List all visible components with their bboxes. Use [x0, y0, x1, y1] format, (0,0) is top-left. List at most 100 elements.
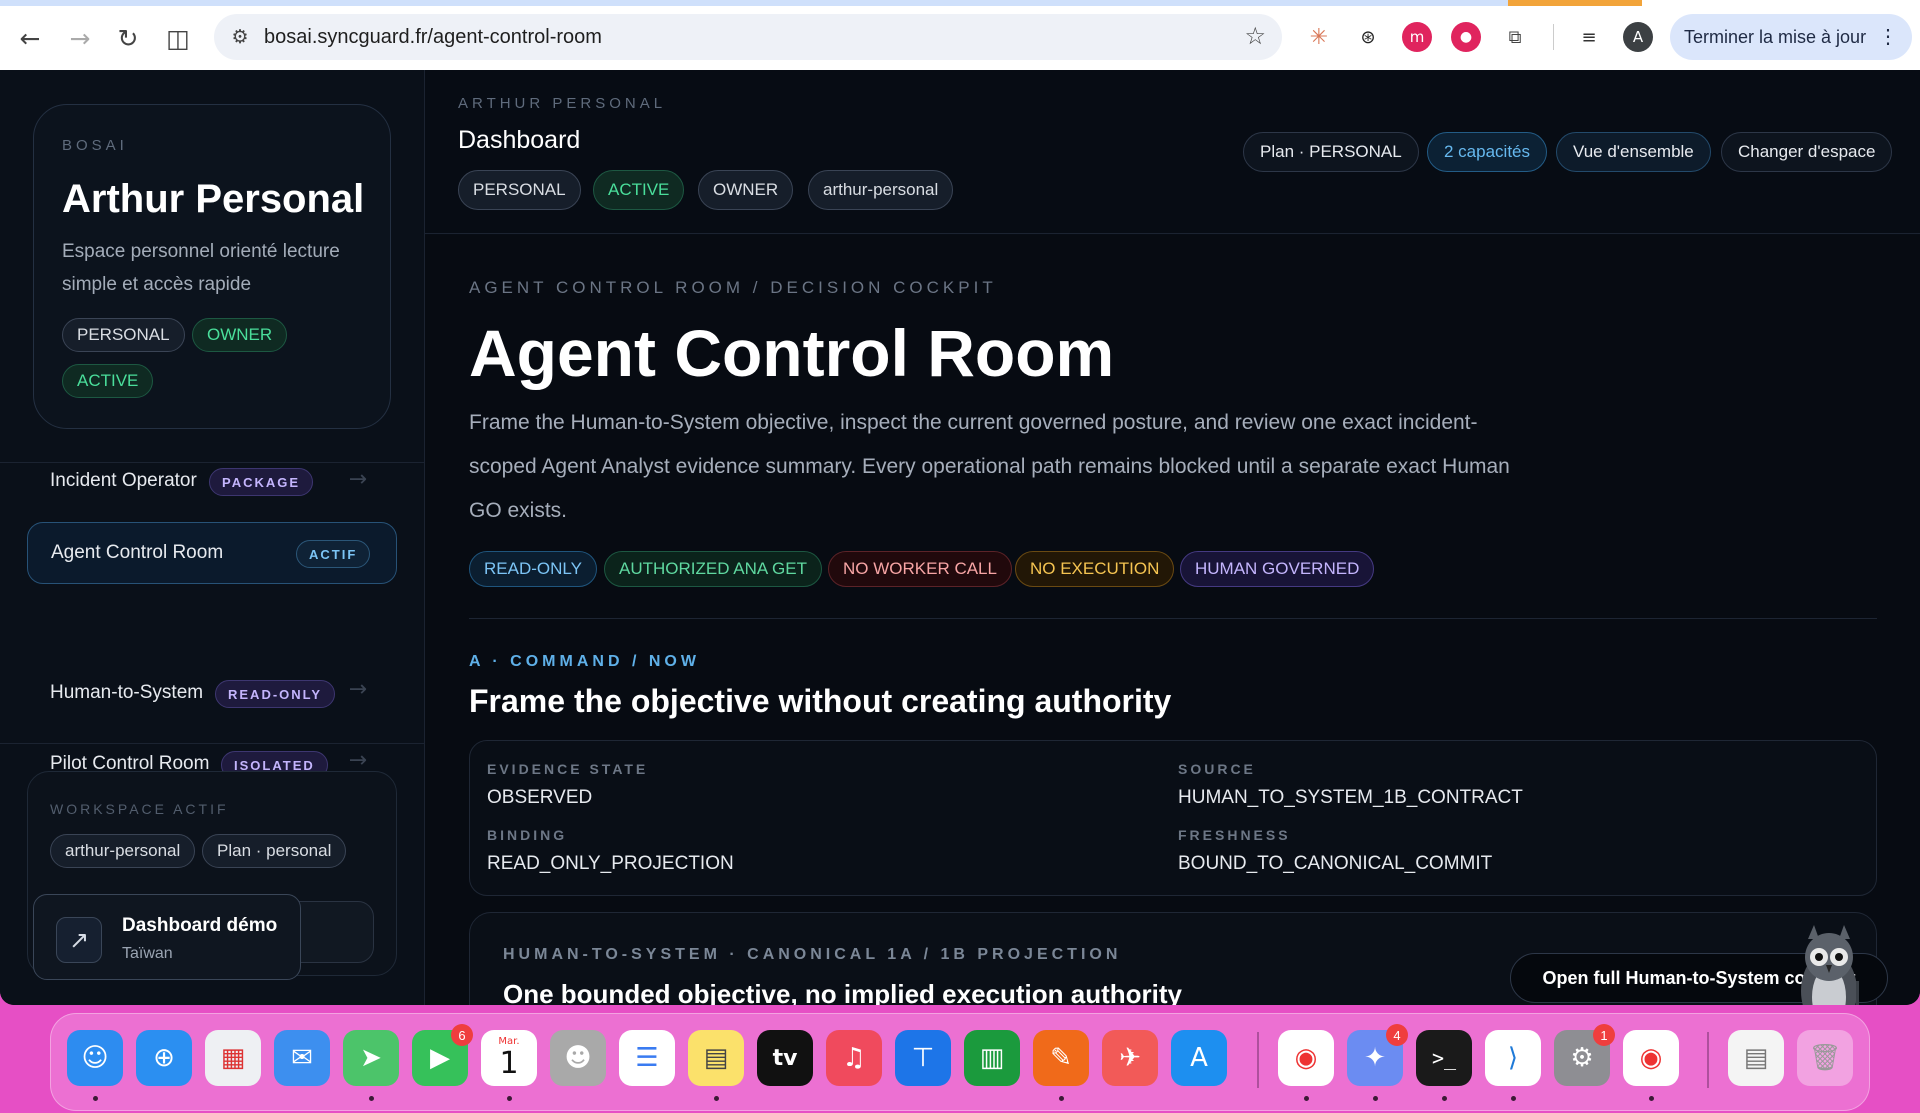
- loading-indicator: [1508, 0, 1642, 6]
- back-icon[interactable]: ←: [10, 18, 50, 58]
- chip-slug: arthur-personal: [808, 170, 954, 210]
- launchpad-icon[interactable]: ▦: [205, 1030, 261, 1086]
- address-bar[interactable]: ⚙ bosai.syncguard.fr/agent-control-room …: [214, 14, 1282, 60]
- active-workspace-kicker: WORKSPACE ACTIF: [50, 801, 229, 817]
- url-text[interactable]: bosai.syncguard.fr/agent-control-room: [264, 26, 602, 49]
- contacts-icon[interactable]: ☻: [550, 1030, 606, 1086]
- sidebar-item-agent-control-room[interactable]: Agent Control Room ACTIF: [27, 522, 397, 584]
- terminal-icon[interactable]: >_: [1416, 1030, 1472, 1086]
- overview-button[interactable]: Vue d'ensemble: [1556, 132, 1711, 172]
- sidebar-divider: [0, 743, 425, 744]
- m-extension-icon[interactable]: m: [1402, 22, 1432, 52]
- running-indicator: [507, 1096, 512, 1101]
- maps-icon[interactable]: ➤: [343, 1030, 399, 1086]
- music-icon[interactable]: ♫: [826, 1030, 882, 1086]
- puzzle-icon[interactable]: ⧉: [1500, 22, 1530, 52]
- reminders-icon[interactable]: ☰: [619, 1030, 675, 1086]
- tag-authorized-ana-get: AUTHORIZED ANA GET: [604, 551, 822, 587]
- chip-personal: PERSONAL: [458, 170, 581, 210]
- running-indicator: [93, 1096, 98, 1101]
- forward-icon[interactable]: →: [60, 18, 100, 58]
- bug-extension-icon[interactable]: ●: [1451, 22, 1481, 52]
- badge-personal: PERSONAL: [62, 318, 185, 352]
- workspace-title: Arthur Personal: [62, 177, 365, 221]
- switch-space-button[interactable]: Changer d'espace: [1721, 132, 1893, 172]
- running-indicator: [1304, 1096, 1309, 1101]
- grid-key: SOURCE: [1178, 761, 1256, 777]
- settings-badge: 1: [1593, 1024, 1615, 1046]
- workspace-header: ARTHUR PERSONAL Dashboard PERSONAL ACTIV…: [425, 70, 1920, 234]
- workspace-card: BOSAI Arthur Personal Espace personnel o…: [33, 104, 391, 429]
- chrome-beta-icon[interactable]: ◉: [1623, 1030, 1679, 1086]
- grid-key: BINDING: [487, 827, 568, 843]
- claude-icon[interactable]: ✳: [1304, 22, 1334, 52]
- profile-avatar[interactable]: A: [1623, 22, 1653, 52]
- chip-owner: OWNER: [698, 170, 794, 210]
- chrome-icon[interactable]: ◉: [1278, 1030, 1334, 1086]
- grid-key: EVIDENCE STATE: [487, 761, 649, 777]
- notes-icon[interactable]: ▤: [688, 1030, 744, 1086]
- nav-badge: PACKAGE: [209, 468, 314, 496]
- nav-badge: READ-ONLY: [215, 680, 336, 708]
- bookmark-star-icon[interactable]: ☆: [1244, 22, 1266, 50]
- chip-active: ACTIVE: [593, 170, 685, 210]
- running-indicator: [1059, 1096, 1064, 1101]
- keynote-icon[interactable]: ⊤: [895, 1030, 951, 1086]
- reload-icon[interactable]: ↻: [108, 18, 148, 58]
- tag-no-worker-call: NO WORKER CALL: [828, 551, 1012, 587]
- external-link-icon: ↗: [56, 917, 102, 963]
- app-window: BOSAI Arthur Personal Espace personnel o…: [0, 70, 1920, 1005]
- reading-list-icon[interactable]: ≡: [1574, 22, 1604, 52]
- grid-value: READ_ONLY_PROJECTION: [487, 853, 734, 874]
- badge-active: ACTIVE: [62, 364, 154, 398]
- demo-dashboard-card[interactable]: ↗ Dashboard démo Taïwan: [33, 894, 301, 980]
- arrow-right-icon: →: [348, 748, 367, 773]
- calendar-day: 1: [499, 1046, 519, 1081]
- grid-value: HUMAN_TO_SYSTEM_1B_CONTRACT: [1178, 787, 1523, 808]
- running-indicator: [1649, 1096, 1654, 1101]
- main-heading: Agent Control Room: [469, 316, 1115, 390]
- split-view-icon[interactable]: ◫: [158, 18, 198, 58]
- apple-tv-icon[interactable]: tv: [757, 1030, 813, 1086]
- calendar-icon[interactable]: Mar. 1: [481, 1030, 537, 1086]
- mail-icon[interactable]: ✉: [274, 1030, 330, 1086]
- toolbar-divider: [1553, 24, 1554, 50]
- projection-kicker: HUMAN-TO-SYSTEM · CANONICAL 1A / 1B PROJ…: [503, 946, 1122, 963]
- sidebar-item-incident-operator[interactable]: Incident Operator PACKAGE →: [27, 457, 397, 509]
- documents-stack-icon[interactable]: ▤: [1728, 1030, 1784, 1086]
- owl-mascot-icon[interactable]: [1786, 921, 1872, 1005]
- running-indicator: [1511, 1096, 1516, 1101]
- finder-icon[interactable]: ☺: [67, 1030, 123, 1086]
- tab-strip: [0, 0, 1642, 6]
- pages-icon[interactable]: ✎: [1033, 1030, 1089, 1086]
- running-indicator: [369, 1096, 374, 1101]
- plan-button[interactable]: Plan · PERSONAL: [1243, 132, 1419, 172]
- site-settings-icon[interactable]: ⚙: [226, 23, 254, 51]
- capabilities-button[interactable]: 2 capacités: [1427, 132, 1547, 172]
- header-kicker: ARTHUR PERSONAL: [458, 95, 667, 112]
- trash-icon[interactable]: 🗑: [1797, 1030, 1853, 1086]
- demo-subtitle: Taïwan: [122, 945, 173, 962]
- sidebar-item-human-to-system[interactable]: Human-to-System READ-ONLY →: [27, 663, 397, 725]
- breadcrumb: AGENT CONTROL ROOM / DECISION COCKPIT: [469, 278, 997, 297]
- browser-toolbar: ← → ↻ ◫ ⚙ bosai.syncguard.fr/agent-contr…: [0, 0, 1920, 70]
- demo-title: Dashboard démo: [122, 915, 278, 936]
- grid-value: BOUND_TO_CANONICAL_COMMIT: [1178, 853, 1493, 874]
- safari-icon[interactable]: ⊕: [136, 1030, 192, 1086]
- app-store-icon[interactable]: A: [1171, 1030, 1227, 1086]
- workspace-description: Espace personnel orienté lecture simple …: [62, 241, 340, 295]
- section-kicker: A · COMMAND / NOW: [469, 653, 700, 670]
- tag-no-execution: NO EXECUTION: [1015, 551, 1175, 587]
- nav-label: Human-to-System: [50, 682, 204, 703]
- tag-human-governed: HUMAN GOVERNED: [1180, 551, 1375, 587]
- tv-label: tv: [772, 1045, 798, 1071]
- update-button[interactable]: Terminer la mise à jour ⋮: [1670, 14, 1912, 60]
- more-menu-icon[interactable]: ⋮: [1878, 24, 1898, 49]
- rocket-icon[interactable]: ✈: [1102, 1030, 1158, 1086]
- numbers-icon[interactable]: ▥: [964, 1030, 1020, 1086]
- chatgpt-icon[interactable]: ⊛: [1353, 22, 1383, 52]
- terminal-label: >_: [1431, 1046, 1457, 1070]
- badge-owner: OWNER: [192, 318, 288, 352]
- vscode-icon[interactable]: ⟩: [1485, 1030, 1541, 1086]
- projection-title: One bounded objective, no implied execut…: [503, 979, 1182, 1005]
